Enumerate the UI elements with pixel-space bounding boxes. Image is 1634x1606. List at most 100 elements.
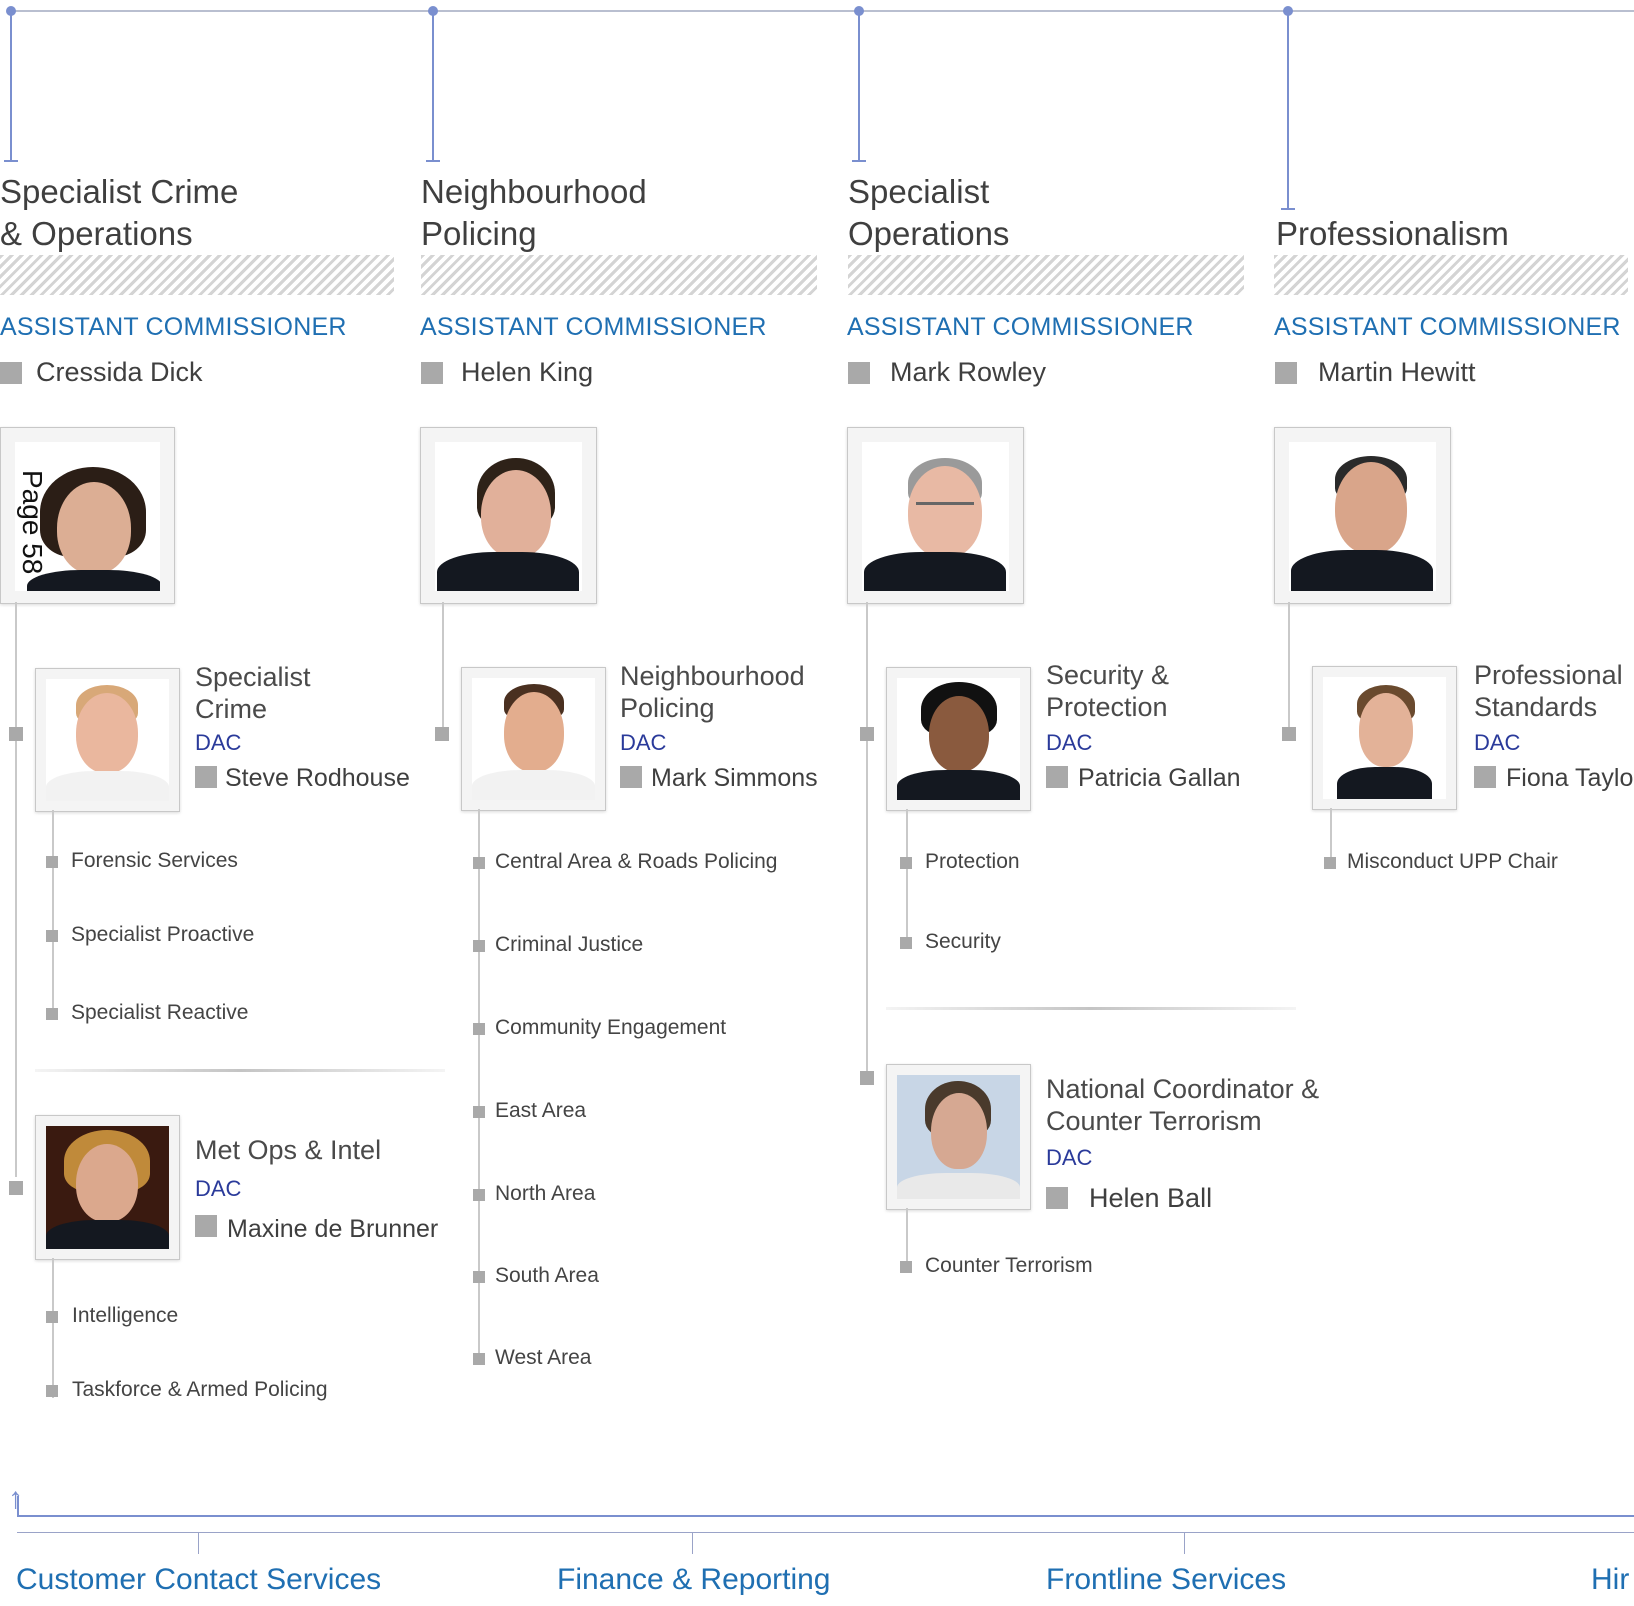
directorate-title-line1: Specialist bbox=[848, 173, 990, 210]
connector-line bbox=[10, 10, 12, 162]
unit-bullet-icon bbox=[900, 857, 912, 869]
dac-photo bbox=[35, 1115, 180, 1260]
role-label: ASSISTANT COMMISSIONER bbox=[0, 313, 347, 341]
hatch-divider bbox=[0, 255, 394, 295]
unit-tree-line bbox=[1330, 808, 1332, 863]
unit-bullet-icon bbox=[473, 1106, 485, 1118]
unit-item: North Area bbox=[495, 1182, 596, 1205]
bullet-square-icon bbox=[1275, 362, 1297, 384]
role-label: ASSISTANT COMMISSIONER bbox=[1274, 313, 1621, 341]
unit-item: East Area bbox=[495, 1099, 587, 1122]
unit-bullet-icon bbox=[473, 1023, 485, 1035]
unit-item: Misconduct UPP Chair bbox=[1347, 850, 1558, 873]
unit-item: South Area bbox=[495, 1264, 599, 1287]
dac-photo bbox=[886, 667, 1031, 811]
bottom-label-partial: Hir bbox=[1591, 1563, 1630, 1596]
bullet-square-icon bbox=[1474, 766, 1496, 788]
connector-foot bbox=[1281, 208, 1295, 210]
tree-node-icon bbox=[860, 727, 874, 741]
connector-foot bbox=[426, 160, 440, 162]
dac-label: DAC bbox=[1046, 730, 1093, 755]
commissioner-photo bbox=[420, 427, 597, 604]
hatch-divider bbox=[848, 255, 1244, 295]
dac-photo bbox=[886, 1064, 1031, 1210]
hatch-divider bbox=[421, 255, 817, 295]
unit-tree-line bbox=[906, 1208, 908, 1264]
deputy-title-line2: Crime bbox=[195, 694, 267, 724]
deputy-title-line2: Counter Terrorism bbox=[1046, 1106, 1262, 1136]
connector-line bbox=[1287, 10, 1289, 210]
tree-node-icon bbox=[9, 727, 23, 741]
up-arrow-icon: ↑ bbox=[8, 1482, 23, 1515]
unit-bullet-icon bbox=[46, 856, 58, 868]
role-label: ASSISTANT COMMISSIONER bbox=[847, 313, 1194, 341]
tree-line bbox=[442, 602, 444, 732]
unit-item: Community Engagement bbox=[495, 1016, 727, 1039]
unit-item: Criminal Justice bbox=[495, 933, 644, 956]
dac-name: Patricia Gallan bbox=[1078, 764, 1241, 792]
bottom-label-finance: Finance & Reporting bbox=[557, 1563, 831, 1596]
directorate-title-line2: & Operations bbox=[0, 215, 193, 252]
bullet-square-icon bbox=[848, 362, 870, 384]
dac-label: DAC bbox=[1046, 1145, 1093, 1170]
unit-item: Taskforce & Armed Policing bbox=[72, 1378, 328, 1401]
tree-node-icon bbox=[9, 1181, 23, 1195]
unit-tree-line bbox=[906, 809, 908, 943]
commissioner-photo bbox=[1274, 427, 1451, 604]
page-label: Page 58 bbox=[17, 470, 48, 575]
dac-name: Fiona Taylo bbox=[1506, 764, 1634, 792]
unit-item: Specialist Proactive bbox=[71, 923, 255, 946]
label-tick bbox=[692, 1532, 693, 1554]
unit-bullet-icon bbox=[46, 1385, 58, 1397]
commissioner-name: Helen King bbox=[461, 357, 594, 387]
connector-line bbox=[858, 10, 860, 162]
unit-item: Specialist Reactive bbox=[71, 1001, 249, 1024]
bullet-square-icon bbox=[1046, 766, 1068, 788]
unit-bullet-icon bbox=[473, 1353, 485, 1365]
unit-item: West Area bbox=[495, 1346, 592, 1369]
unit-item: Security bbox=[925, 930, 1001, 953]
dac-name: Helen Ball bbox=[1089, 1183, 1213, 1213]
deputy-title-line2: Standards bbox=[1474, 692, 1598, 722]
bullet-square-icon bbox=[1046, 1187, 1068, 1209]
unit-item: Forensic Services bbox=[71, 849, 238, 872]
unit-bullet-icon bbox=[900, 937, 912, 949]
commissioner-name: Mark Rowley bbox=[890, 357, 1047, 387]
deputy-title-line1: Specialist bbox=[195, 662, 311, 692]
unit-bullet-icon bbox=[900, 1261, 912, 1273]
connector-foot bbox=[852, 160, 866, 162]
deputy-title-line1: Professional bbox=[1474, 660, 1623, 690]
unit-item: Protection bbox=[925, 850, 1020, 873]
directorate-title-line2: Professionalism bbox=[1276, 215, 1509, 252]
unit-bullet-icon bbox=[473, 1189, 485, 1201]
unit-tree-line bbox=[52, 1258, 54, 1398]
dac-photo bbox=[1312, 666, 1457, 810]
dac-label: DAC bbox=[195, 1176, 242, 1201]
dac-name: Steve Rodhouse bbox=[225, 764, 410, 792]
directorate-title-line2: Operations bbox=[848, 215, 1010, 252]
dac-label: DAC bbox=[620, 730, 667, 755]
directorate-title-line1: Specialist Crime bbox=[0, 173, 239, 210]
deputy-title-line1: Met Ops & Intel bbox=[195, 1135, 382, 1165]
dac-photo bbox=[461, 667, 606, 811]
connector-foot bbox=[4, 160, 18, 162]
label-tick bbox=[198, 1532, 199, 1554]
tree-line bbox=[866, 602, 868, 1076]
unit-bullet-icon bbox=[1324, 857, 1336, 869]
bullet-square-icon bbox=[620, 766, 642, 788]
unit-bullet-icon bbox=[473, 857, 485, 869]
connector-line bbox=[432, 10, 434, 162]
tree-line bbox=[1288, 602, 1290, 732]
unit-item: Central Area & Roads Policing bbox=[495, 850, 778, 873]
deputy-title-line1: National Coordinator & bbox=[1046, 1074, 1320, 1104]
section-separator bbox=[35, 1069, 445, 1072]
hatch-divider bbox=[1274, 255, 1628, 295]
unit-bullet-icon bbox=[46, 1311, 58, 1323]
bottom-label-line bbox=[17, 1532, 1634, 1533]
deputy-title-line1: Security & bbox=[1046, 660, 1170, 690]
bottom-label-customer-contact: Customer Contact Services bbox=[16, 1563, 382, 1596]
commissioner-photo bbox=[847, 427, 1024, 604]
unit-bullet-icon bbox=[46, 1008, 58, 1020]
bottom-connector-line bbox=[17, 1515, 1634, 1517]
dac-name: Mark Simmons bbox=[651, 764, 818, 792]
